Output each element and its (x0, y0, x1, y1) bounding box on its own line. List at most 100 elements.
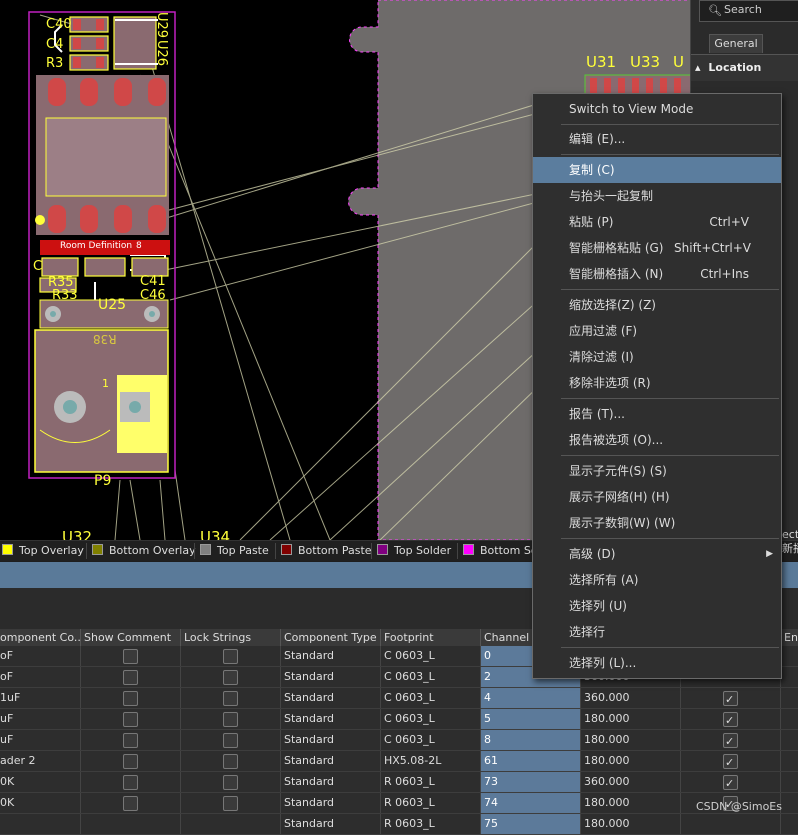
cell-rotation[interactable]: 180.000 (581, 709, 681, 729)
cell-type[interactable]: Standard (281, 814, 381, 834)
lock-strings-checkbox[interactable] (223, 670, 238, 685)
cell-comment[interactable]: uF (0, 709, 81, 729)
cell-comment[interactable]: 0K (0, 793, 81, 813)
cell-type[interactable]: Standard (281, 688, 381, 708)
cell-rotation[interactable]: 180.000 (581, 814, 681, 834)
menu-item-select-column[interactable]: 选择列 (U) (533, 593, 781, 619)
menu-item-select-columns[interactable]: 选择列 (L)... (533, 650, 781, 676)
menu-item-select-all[interactable]: 选择所有 (A) (533, 567, 781, 593)
cell-type[interactable]: Standard (281, 751, 381, 771)
menu-item-edit[interactable]: 编辑 (E)... (533, 126, 781, 152)
cell-comment[interactable]: ader 2 (0, 751, 81, 771)
cell-comment[interactable]: uF (0, 730, 81, 750)
table-row[interactable]: uF Standard C 0603_L 5 180.000 (0, 709, 798, 730)
col-header-en[interactable]: En (781, 629, 798, 646)
cell-comment[interactable]: 0K (0, 772, 81, 792)
col-header-footprint[interactable]: Footprint (381, 629, 481, 646)
col-header-component-type[interactable]: Component Type (281, 629, 381, 646)
show-comment-checkbox[interactable] (123, 775, 138, 790)
row-checkbox[interactable] (723, 774, 738, 792)
table-row[interactable]: 0K Standard R 0603_L 74 180.000 (0, 793, 798, 814)
menu-item-smart-grid-paste[interactable]: 智能栅格粘贴 (G) Shift+Ctrl+V (533, 235, 781, 261)
row-checkbox[interactable] (723, 753, 738, 771)
menu-item-apply-filter[interactable]: 应用过滤 (F) (533, 318, 781, 344)
show-comment-checkbox[interactable] (123, 670, 138, 685)
cell-footprint[interactable]: C 0603_L (381, 709, 481, 729)
table-row[interactable]: uF Standard C 0603_L 8 180.000 (0, 730, 798, 751)
layer-tab-bottom-paste[interactable]: Bottom Paste (275, 541, 372, 561)
cell-type[interactable]: Standard (281, 730, 381, 750)
table-row[interactable]: Standard R 0603_L 75 180.000 (0, 814, 798, 835)
menu-item-copy-with-header[interactable]: 与抬头一起复制 (533, 183, 781, 209)
lock-strings-checkbox[interactable] (223, 754, 238, 769)
menu-item-select-row[interactable]: 选择行 (533, 619, 781, 645)
menu-item-switch-view-mode[interactable]: Switch to View Mode (533, 96, 781, 122)
cell-rotation[interactable]: 360.000 (581, 772, 681, 792)
cell-type[interactable]: Standard (281, 646, 381, 666)
cell-rotation[interactable]: 180.000 (581, 730, 681, 750)
layer-tab-top-paste[interactable]: Top Paste (194, 541, 269, 561)
cell-type[interactable]: Standard (281, 793, 381, 813)
cell-channel[interactable]: 5 (481, 709, 581, 729)
menu-item-remove-non-selected[interactable]: 移除非选项 (R) (533, 370, 781, 396)
cell-channel[interactable]: 74 (481, 793, 581, 813)
cell-rotation[interactable]: 180.000 (581, 751, 681, 771)
menu-item-copy[interactable]: 复制 (C) (533, 157, 781, 183)
lock-strings-checkbox[interactable] (223, 691, 238, 706)
col-header-comment[interactable]: omponent Co... (0, 629, 81, 646)
lock-strings-checkbox[interactable] (223, 649, 238, 664)
table-row[interactable]: ader 2 Standard HX5.08-2L 61 180.000 (0, 751, 798, 772)
section-location[interactable]: ▴ Location (691, 54, 798, 81)
row-checkbox[interactable] (723, 711, 738, 729)
layer-tab-top-overlay[interactable]: Top Overlay (0, 541, 84, 561)
cell-channel[interactable]: 75 (481, 814, 581, 834)
cell-comment[interactable] (0, 814, 81, 834)
menu-item-show-child-copper[interactable]: 展示子数铜(W) (W) (533, 510, 781, 536)
cell-type[interactable]: Standard (281, 772, 381, 792)
cell-footprint[interactable]: HX5.08-2L (381, 751, 481, 771)
cell-footprint[interactable]: C 0603_L (381, 688, 481, 708)
show-comment-checkbox[interactable] (123, 649, 138, 664)
menu-item-show-child-nets[interactable]: 展示子网络(H) (H) (533, 484, 781, 510)
lock-strings-checkbox[interactable] (223, 733, 238, 748)
tab-general[interactable]: General (709, 34, 763, 53)
menu-item-paste[interactable]: 粘贴 (P) Ctrl+V (533, 209, 781, 235)
layer-tab-top-solder[interactable]: Top Solder (371, 541, 451, 561)
cell-comment[interactable]: oF (0, 646, 81, 666)
menu-item-advanced[interactable]: 高级 (D) ▶ (533, 541, 781, 567)
table-row[interactable]: 1uF Standard C 0603_L 4 360.000 (0, 688, 798, 709)
layer-tab-bottom-solder[interactable]: Bottom So (457, 541, 538, 561)
show-comment-checkbox[interactable] (123, 796, 138, 811)
row-checkbox[interactable] (723, 690, 738, 708)
menu-item-report[interactable]: 报告 (T)... (533, 401, 781, 427)
menu-item-report-selected[interactable]: 报告被选项 (O)... (533, 427, 781, 453)
lock-strings-checkbox[interactable] (223, 796, 238, 811)
lock-strings-checkbox[interactable] (223, 712, 238, 727)
cell-comment[interactable]: oF (0, 667, 81, 687)
show-comment-checkbox[interactable] (123, 691, 138, 706)
cell-footprint[interactable]: C 0603_L (381, 667, 481, 687)
cell-channel[interactable]: 73 (481, 772, 581, 792)
cell-channel[interactable]: 4 (481, 688, 581, 708)
cell-comment[interactable]: 1uF (0, 688, 81, 708)
table-row[interactable]: 0K Standard R 0603_L 73 360.000 (0, 772, 798, 793)
col-header-show-comment[interactable]: Show Comment (81, 629, 181, 646)
show-comment-checkbox[interactable] (123, 733, 138, 748)
menu-item-smart-grid-insert[interactable]: 智能栅格插入 (N) Ctrl+Ins (533, 261, 781, 287)
col-header-lock-strings[interactable]: Lock Strings (181, 629, 281, 646)
layer-tab-bottom-overlay[interactable]: Bottom Overlay (86, 541, 196, 561)
cell-rotation[interactable]: 180.000 (581, 793, 681, 813)
menu-item-clear-filter[interactable]: 清除过滤 (I) (533, 344, 781, 370)
cell-footprint[interactable]: C 0603_L (381, 646, 481, 666)
show-comment-checkbox[interactable] (123, 712, 138, 727)
cell-channel[interactable]: 61 (481, 751, 581, 771)
lock-strings-checkbox[interactable] (223, 775, 238, 790)
cell-footprint[interactable]: R 0603_L (381, 793, 481, 813)
menu-item-show-children[interactable]: 显示子元件(S) (S) (533, 458, 781, 484)
cell-rotation[interactable]: 360.000 (581, 688, 681, 708)
row-checkbox[interactable] (723, 732, 738, 750)
menu-item-zoom-selection[interactable]: 缩放选择(Z) (Z) (533, 292, 781, 318)
cell-type[interactable]: Standard (281, 709, 381, 729)
cell-footprint[interactable]: R 0603_L (381, 814, 481, 834)
cell-channel[interactable]: 8 (481, 730, 581, 750)
